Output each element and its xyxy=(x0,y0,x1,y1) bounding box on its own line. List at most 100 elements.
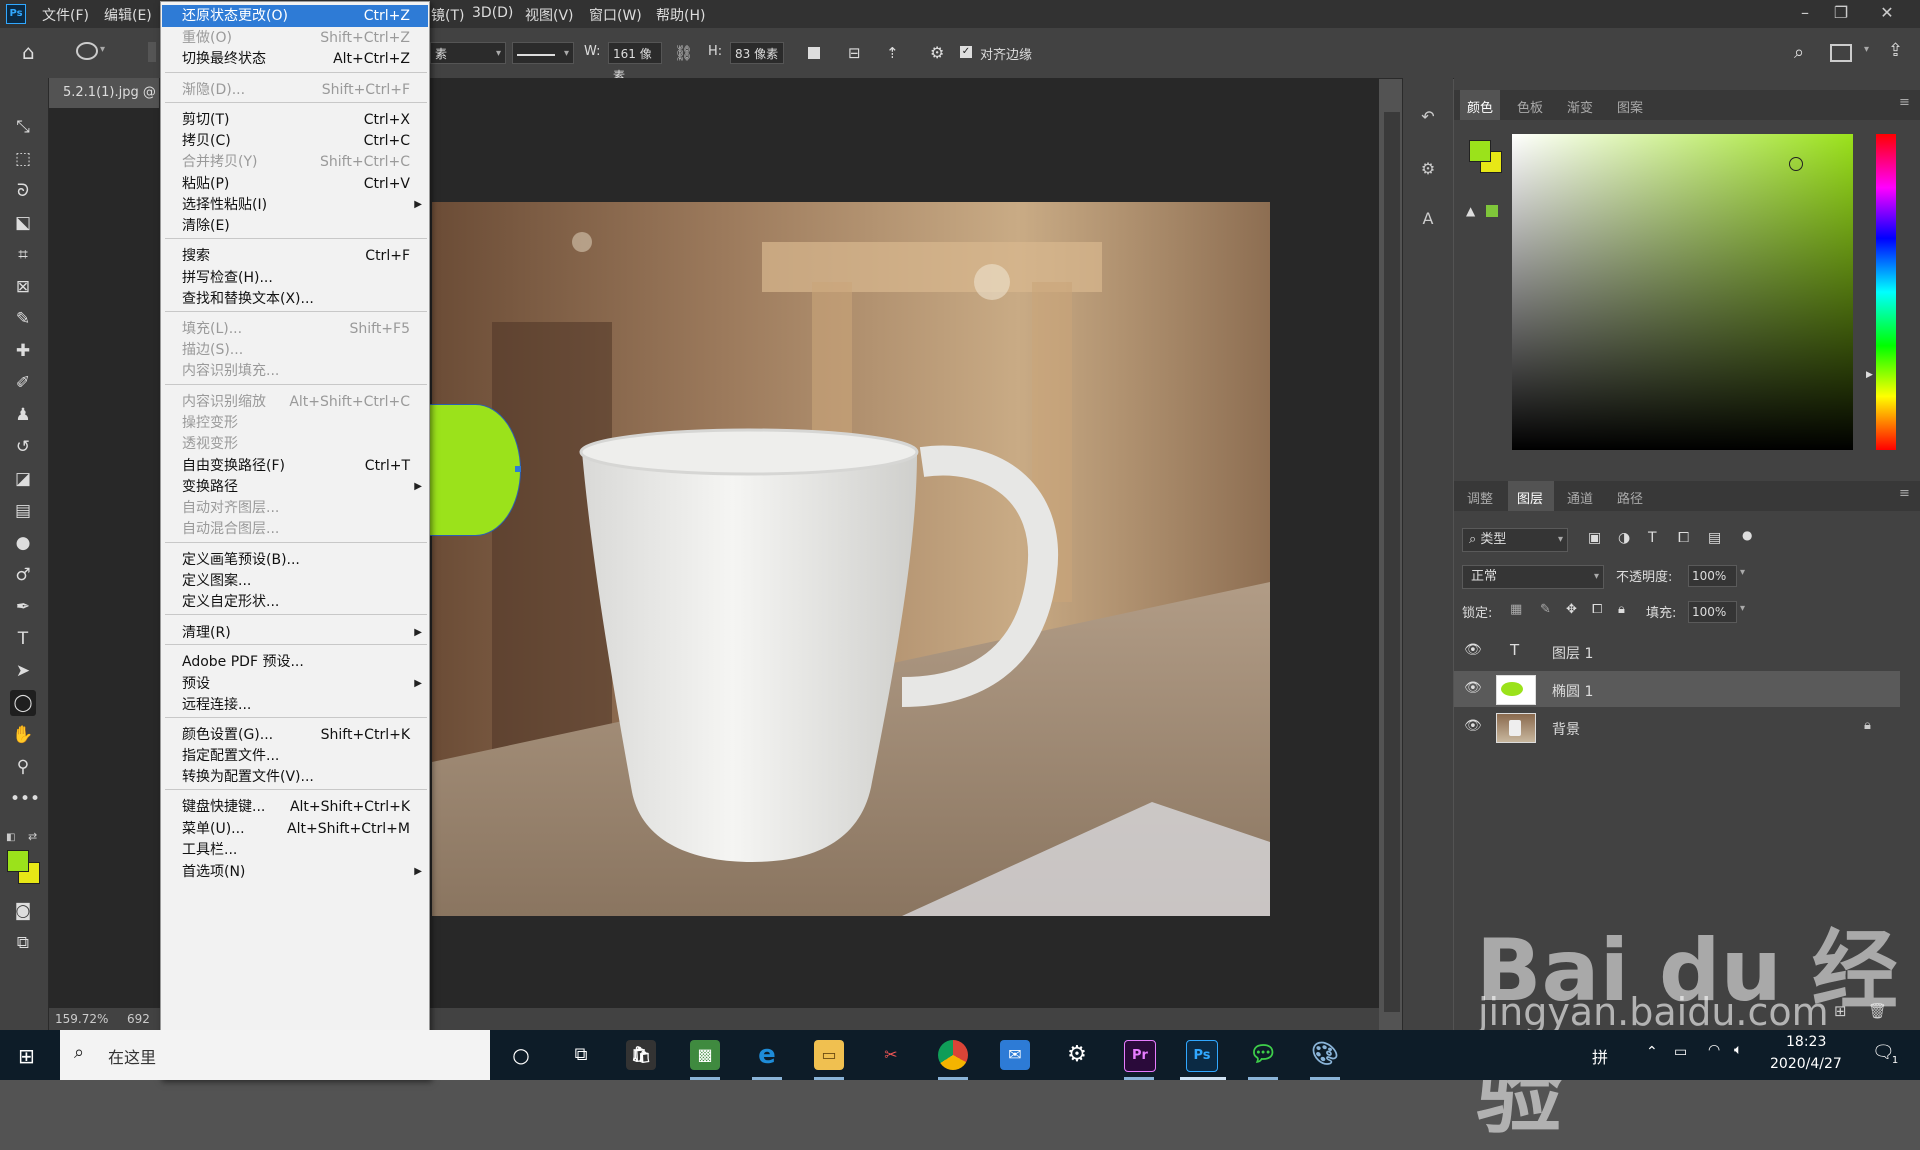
crop-icon[interactable]: ⌗ xyxy=(10,242,36,268)
ellipse-tool-icon[interactable]: ◯ xyxy=(10,690,36,716)
close-icon[interactable]: ✕ xyxy=(1872,2,1902,24)
eraser-icon[interactable]: ◪ xyxy=(10,466,36,492)
clock-time[interactable]: 18:23 xyxy=(1786,1034,1826,1050)
share-icon[interactable]: ⇪ xyxy=(1888,40,1903,61)
tab-channels[interactable]: 通道 xyxy=(1567,488,1593,507)
chrome-icon[interactable] xyxy=(938,1040,968,1070)
lock-image-icon[interactable]: ✎ xyxy=(1540,602,1551,617)
vertical-scrollbar[interactable] xyxy=(1384,112,1400,1012)
type-tool-icon[interactable]: T xyxy=(10,626,36,652)
paint-app-icon[interactable]: 🎨︎ xyxy=(1310,1040,1340,1070)
stroke-type-dropdown[interactable]: ▾ xyxy=(512,42,574,64)
brush-icon[interactable]: ✐ xyxy=(10,370,36,396)
path-operations-icon[interactable] xyxy=(808,47,820,59)
menu-3d[interactable]: 3D(D) xyxy=(472,5,513,21)
battery-icon[interactable]: ▭ xyxy=(1674,1044,1687,1060)
menu-view[interactable]: 视图(V) xyxy=(525,5,574,25)
tab-color[interactable]: 颜色 xyxy=(1467,97,1493,116)
tab-swatches[interactable]: 色板 xyxy=(1517,97,1543,116)
pen-icon[interactable]: ✒ xyxy=(10,594,36,620)
tab-paths[interactable]: 路径 xyxy=(1617,488,1643,507)
wifi-icon[interactable]: ◠ xyxy=(1708,1042,1720,1058)
lasso-icon[interactable]: ᘐ xyxy=(10,178,36,204)
edit-menu-item[interactable]: 粘贴(P) Ctrl+V xyxy=(162,173,428,195)
edit-menu-item[interactable]: 自由变换路径(F) Ctrl+T xyxy=(162,455,428,477)
gamut-swatch[interactable] xyxy=(1486,205,1498,217)
mail-app-icon[interactable]: ✉ xyxy=(1000,1040,1030,1070)
edit-menu-item[interactable]: 远程连接... xyxy=(162,694,428,716)
default-colors-icon[interactable]: ◧ xyxy=(6,832,15,843)
edit-menu-item[interactable]: 还原状态更改(O) Ctrl+Z xyxy=(162,5,428,27)
edit-menu-item[interactable]: 定义画笔预设(B)... xyxy=(162,549,428,571)
path-arrangement-icon[interactable]: ⇡ xyxy=(886,44,899,62)
workspace-icon[interactable] xyxy=(1830,44,1852,62)
lock-transparent-icon[interactable]: ▦ xyxy=(1510,602,1522,617)
snipping-tool-icon[interactable]: ✂ xyxy=(876,1040,906,1070)
screen-mode-icon[interactable]: ⧉ xyxy=(10,930,36,956)
premiere-icon[interactable]: Pr xyxy=(1124,1040,1156,1072)
edit-menu-item[interactable]: 首选项(N) ▶ xyxy=(162,861,428,883)
search-icon[interactable]: ⌕ xyxy=(1794,42,1804,63)
zoom-icon[interactable]: ⚲ xyxy=(10,754,36,780)
link-icon[interactable]: ⛓ xyxy=(674,44,693,62)
properties-panel-icon[interactable]: ⚙ xyxy=(1417,158,1439,180)
edit-menu-item[interactable]: 清理(R) ▶ xyxy=(162,622,428,644)
menu-window[interactable]: 窗口(W) xyxy=(589,5,642,25)
store-icon[interactable]: 🛍︎ xyxy=(626,1040,656,1070)
edit-menu-item[interactable]: 键盘快捷键... Alt+Shift+Ctrl+K xyxy=(162,796,428,818)
photoshop-taskbar-icon[interactable]: Ps xyxy=(1186,1040,1218,1072)
edit-menu-item[interactable]: 工具栏... xyxy=(162,839,428,861)
canvas-image[interactable] xyxy=(432,202,1270,916)
frame-icon[interactable]: ⊠ xyxy=(10,274,36,300)
more-tools-icon[interactable]: ••• xyxy=(10,786,40,812)
minimize-icon[interactable]: – xyxy=(1790,2,1820,24)
edit-menu-item[interactable]: 变换路径 ▶ xyxy=(162,476,428,498)
edit-menu-item[interactable]: 菜单(U)... Alt+Shift+Ctrl+M xyxy=(162,818,428,840)
cortana-icon[interactable]: ○ xyxy=(506,1040,536,1070)
edit-menu-item[interactable]: 指定配置文件... xyxy=(162,745,428,767)
edit-menu-item[interactable]: 拷贝(C) Ctrl+C xyxy=(162,130,428,152)
visibility-eye-icon[interactable]: 👁︎ xyxy=(1464,642,1482,658)
layer-row[interactable]: 👁︎ 椭圆 1 xyxy=(1454,671,1900,707)
clock-date[interactable]: 2020/4/27 xyxy=(1770,1056,1842,1072)
filter-toggle-icon[interactable]: ● xyxy=(1742,528,1752,542)
history-panel-icon[interactable]: ↶ xyxy=(1417,106,1439,128)
layer-row[interactable]: 👁︎ T 图层 1 xyxy=(1454,633,1900,669)
dodge-icon[interactable]: ♂ xyxy=(10,562,36,588)
layers-panel-menu-icon[interactable]: ≡ xyxy=(1899,486,1910,501)
blend-mode-dropdown[interactable]: 正常 ▾ xyxy=(1462,565,1604,589)
chevron-down-icon[interactable]: ▾ xyxy=(100,44,105,55)
move-artboard-icon[interactable]: ⤡ xyxy=(10,114,36,140)
object-selection-icon[interactable]: ⬕ xyxy=(10,210,36,236)
menu-help[interactable]: 帮助(H) xyxy=(656,5,705,25)
path-selection-icon[interactable]: ➤ xyxy=(10,658,36,684)
layer-row[interactable]: 👁︎ 背景 🔒︎ xyxy=(1454,709,1900,745)
foreground-swatch[interactable] xyxy=(1469,140,1491,162)
taskbar-search-box[interactable]: ⌕ 在这里 xyxy=(60,1030,490,1080)
path-alignment-icon[interactable]: ⊟ xyxy=(848,44,861,62)
height-input[interactable]: 83 像素 xyxy=(730,42,784,64)
edit-menu-item[interactable]: 颜色设置(G)... Shift+Ctrl+K xyxy=(162,724,428,746)
edit-menu-item[interactable]: Adobe PDF 预设... xyxy=(162,651,428,673)
blur-icon[interactable]: ● xyxy=(10,530,36,556)
lock-all-icon[interactable]: 🔒︎ xyxy=(1618,602,1625,617)
workspace-chevron-icon[interactable]: ▾ xyxy=(1864,44,1869,55)
layer-name[interactable]: 椭圆 1 xyxy=(1552,681,1593,701)
foreground-color-swatch[interactable] xyxy=(7,850,29,872)
filter-shape-icon[interactable]: ⧠ xyxy=(1678,530,1689,546)
ellipse-shape[interactable] xyxy=(430,404,521,536)
menu-filter[interactable]: 镜(T) xyxy=(431,5,464,25)
edit-menu-item[interactable]: 拼写检查(H)... xyxy=(162,267,428,289)
mode-dropdown-fragment[interactable] xyxy=(148,42,156,62)
edit-menu-item[interactable]: 预设 ▶ xyxy=(162,673,428,695)
tab-patterns[interactable]: 图案 xyxy=(1617,97,1643,116)
wechat-icon[interactable]: 💬︎ xyxy=(1248,1040,1278,1070)
marquee-icon[interactable]: ⬚ xyxy=(10,146,36,172)
opacity-input[interactable]: 100% xyxy=(1688,565,1737,587)
lock-artboard-icon[interactable]: ⧠ xyxy=(1592,602,1602,617)
layer-name[interactable]: 图层 1 xyxy=(1552,643,1593,663)
hue-slider-handle[interactable]: ▶ xyxy=(1866,370,1873,380)
out-of-gamut-warning-icon[interactable]: ▲ xyxy=(1466,204,1475,218)
healing-brush-icon[interactable]: ✚ xyxy=(10,338,36,364)
filter-pixel-icon[interactable]: ▣ xyxy=(1588,530,1601,546)
